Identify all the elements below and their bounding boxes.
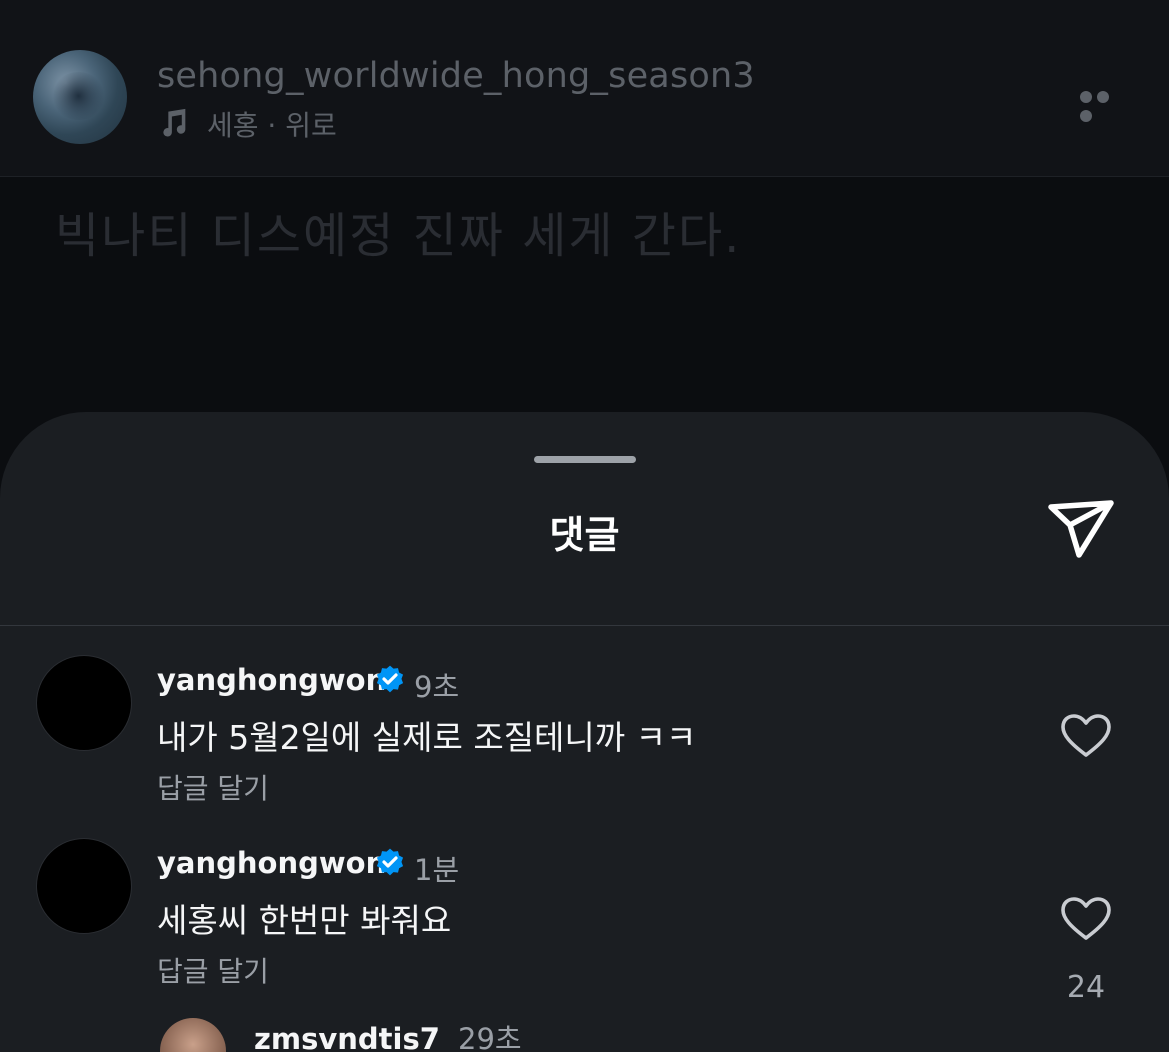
music-note-icon [163,108,186,137]
post-header: sehong_worldwide_hong_season3 세홍 · 위로 [0,0,1169,177]
comment-username[interactable]: yanghongwon [157,663,386,697]
comments-sheet: 댓글 yanghongwon 9초 내가 5월2일에 실제로 조질테니까 ㅋㅋ … [0,412,1169,1052]
comment-username[interactable]: zmsvndtis7 29초 [254,1016,522,1052]
reply-button[interactable]: 답글 달기 [157,767,269,807]
more-icon[interactable] [1080,88,1128,122]
partial-comment-time: 29초 [458,1022,522,1052]
comment-username[interactable]: yanghongwon [157,846,386,880]
verified-icon [376,848,404,876]
heart-icon[interactable] [1060,896,1112,942]
comment-text: 세홍씨 한번만 봐줘요 [157,901,452,940]
sheet-title: 댓글 [549,513,620,557]
comment-item: yanghongwon 1분 세홍씨 한번만 봐줘요 답글 달기 24 [0,838,1169,1008]
reply-button[interactable]: 답글 달기 [157,950,269,990]
avatar[interactable] [36,838,132,934]
comment-item: yanghongwon 9초 내가 5월2일에 실제로 조질테니까 ㅋㅋ 답글 … [0,655,1169,825]
post-text: 빅나티 디스예정 진짜 세게 간다. [55,208,742,264]
avatar[interactable] [36,655,132,751]
post-author-avatar[interactable] [33,50,127,144]
post-music-subtitle[interactable]: 세홍 · 위로 [207,104,337,144]
comment-text: 내가 5월2일에 실제로 조질테니까 ㅋㅋ [157,718,697,757]
verified-icon [376,665,404,693]
like-count: 24 [1066,970,1106,1005]
divider [0,625,1169,626]
heart-icon[interactable] [1060,713,1112,759]
drag-handle[interactable] [534,456,636,463]
partial-comment-username[interactable]: zmsvndtis7 [254,1022,440,1052]
avatar[interactable] [160,1018,226,1052]
comment-time: 9초 [414,670,460,704]
post-username[interactable]: sehong_worldwide_hong_season3 [157,56,755,96]
share-icon[interactable] [1046,497,1116,561]
comment-time: 1분 [414,853,460,887]
